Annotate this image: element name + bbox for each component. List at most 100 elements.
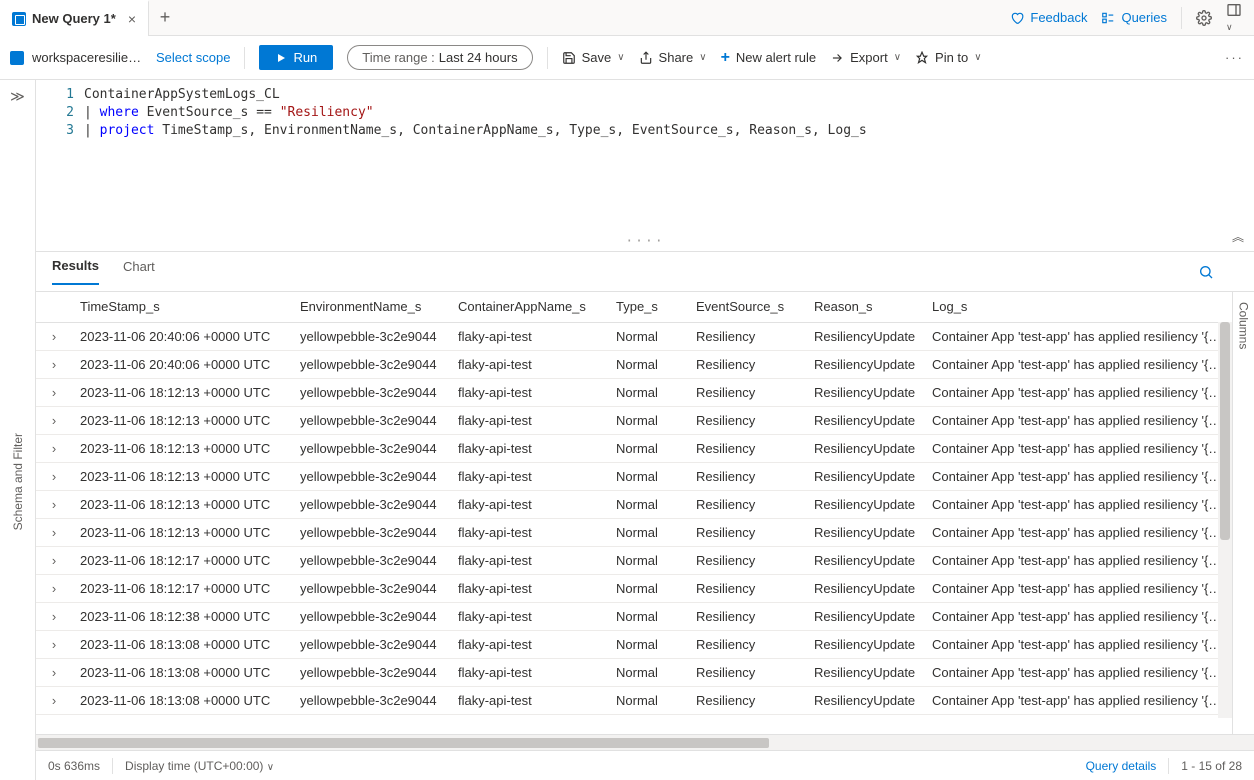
new-tab-button[interactable]: +: [149, 7, 181, 28]
table-row[interactable]: ›2023-11-06 18:12:13 +0000 UTCyellowpebb…: [36, 518, 1232, 546]
cell-reason: ResiliencyUpdate: [806, 378, 924, 406]
expand-icon[interactable]: ≫: [10, 88, 25, 105]
cell-type: Normal: [608, 322, 688, 350]
share-button[interactable]: Share∨: [639, 50, 707, 65]
cell-source: Resiliency: [688, 322, 806, 350]
cell-log: Container App 'test-app' has applied res…: [924, 350, 1232, 378]
more-icon[interactable]: ···: [1225, 50, 1244, 65]
table-row[interactable]: ›2023-11-06 18:12:17 +0000 UTCyellowpebb…: [36, 546, 1232, 574]
cell-env: yellowpebble-3c2e9044: [292, 378, 450, 406]
cell-source: Resiliency: [688, 658, 806, 686]
pin-button[interactable]: Pin to∨: [915, 50, 982, 65]
pin-icon: [915, 51, 929, 65]
table-row[interactable]: ›2023-11-06 20:40:06 +0000 UTCyellowpebb…: [36, 322, 1232, 350]
cell-env: yellowpebble-3c2e9044: [292, 546, 450, 574]
panel-icon[interactable]: ∨: [1226, 2, 1242, 33]
cell-env: yellowpebble-3c2e9044: [292, 434, 450, 462]
expand-row-icon[interactable]: ›: [36, 490, 72, 518]
queries-button[interactable]: Queries: [1101, 10, 1167, 25]
query-details-link[interactable]: Query details: [1086, 759, 1157, 773]
cell-timestamp: 2023-11-06 18:12:17 +0000 UTC: [72, 546, 292, 574]
run-button[interactable]: Run: [259, 45, 333, 70]
vertical-scrollbar[interactable]: [1218, 322, 1232, 718]
code-area[interactable]: ContainerAppSystemLogs_CL | where EventS…: [84, 80, 867, 251]
table-row[interactable]: ›2023-11-06 18:12:17 +0000 UTCyellowpebb…: [36, 574, 1232, 602]
cell-app: flaky-api-test: [450, 574, 608, 602]
cell-timestamp: 2023-11-06 18:12:13 +0000 UTC: [72, 462, 292, 490]
table-row[interactable]: ›2023-11-06 18:12:13 +0000 UTCyellowpebb…: [36, 434, 1232, 462]
cell-app: flaky-api-test: [450, 546, 608, 574]
feedback-button[interactable]: Feedback: [1010, 10, 1087, 25]
scope-picker[interactable]: workspaceresilienc...: [10, 50, 142, 65]
cell-log: Container App 'test-app' has applied res…: [924, 406, 1232, 434]
expand-row-icon[interactable]: ›: [36, 686, 72, 714]
time-range-button[interactable]: Time range : Last 24 hours: [347, 45, 532, 70]
col-env[interactable]: EnvironmentName_s: [292, 292, 450, 322]
save-icon: [562, 51, 576, 65]
search-icon[interactable]: [1198, 264, 1214, 280]
save-button[interactable]: Save∨: [562, 50, 625, 65]
display-time-button[interactable]: Display time (UTC+00:00) ∨: [125, 759, 274, 773]
table-row[interactable]: ›2023-11-06 18:13:08 +0000 UTCyellowpebb…: [36, 630, 1232, 658]
expand-row-icon[interactable]: ›: [36, 518, 72, 546]
cell-log: Container App 'test-app' has applied res…: [924, 490, 1232, 518]
table-row[interactable]: ›2023-11-06 18:13:08 +0000 UTCyellowpebb…: [36, 686, 1232, 714]
cell-type: Normal: [608, 350, 688, 378]
query-duration: 0s 636ms: [48, 759, 100, 773]
col-log[interactable]: Log_s: [924, 292, 1232, 322]
col-type[interactable]: Type_s: [608, 292, 688, 322]
horizontal-scrollbar[interactable]: [36, 734, 1254, 750]
schema-panel-collapsed[interactable]: ≫ Schema and Filter: [0, 80, 36, 780]
query-editor[interactable]: 1 2 3 ContainerAppSystemLogs_CL | where …: [36, 80, 1254, 252]
export-button[interactable]: Export∨: [830, 50, 901, 65]
table-row[interactable]: ›2023-11-06 20:40:06 +0000 UTCyellowpebb…: [36, 350, 1232, 378]
heart-icon: [1010, 11, 1024, 25]
col-timestamp[interactable]: TimeStamp_s: [72, 292, 292, 322]
tab-chart[interactable]: Chart: [123, 259, 155, 284]
table-row[interactable]: ›2023-11-06 18:12:38 +0000 UTCyellowpebb…: [36, 602, 1232, 630]
col-app[interactable]: ContainerAppName_s: [450, 292, 608, 322]
collapse-editor-icon[interactable]: ︽: [1232, 228, 1244, 245]
cell-app: flaky-api-test: [450, 686, 608, 714]
settings-icon[interactable]: [1196, 10, 1212, 26]
col-reason[interactable]: Reason_s: [806, 292, 924, 322]
table-row[interactable]: ›2023-11-06 18:12:13 +0000 UTCyellowpebb…: [36, 406, 1232, 434]
columns-panel-toggle[interactable]: Columns: [1232, 292, 1254, 734]
cell-reason: ResiliencyUpdate: [806, 322, 924, 350]
query-tab[interactable]: New Query 1* ×: [0, 0, 149, 36]
expand-row-icon[interactable]: ›: [36, 462, 72, 490]
cell-source: Resiliency: [688, 574, 806, 602]
results-table[interactable]: TimeStamp_s EnvironmentName_s ContainerA…: [36, 292, 1232, 734]
table-row[interactable]: ›2023-11-06 18:13:08 +0000 UTCyellowpebb…: [36, 658, 1232, 686]
table-row[interactable]: ›2023-11-06 18:12:13 +0000 UTCyellowpebb…: [36, 462, 1232, 490]
cell-log: Container App 'test-app' has applied res…: [924, 574, 1232, 602]
tab-results[interactable]: Results: [52, 258, 99, 285]
resize-handle-icon[interactable]: ····: [625, 234, 664, 249]
table-row[interactable]: ›2023-11-06 18:12:13 +0000 UTCyellowpebb…: [36, 378, 1232, 406]
select-scope-link[interactable]: Select scope: [156, 50, 230, 65]
cell-type: Normal: [608, 406, 688, 434]
cell-reason: ResiliencyUpdate: [806, 462, 924, 490]
cell-log: Container App 'test-app' has applied res…: [924, 686, 1232, 714]
expand-row-icon[interactable]: ›: [36, 406, 72, 434]
cell-env: yellowpebble-3c2e9044: [292, 574, 450, 602]
new-alert-button[interactable]: + New alert rule: [721, 49, 817, 67]
expand-row-icon[interactable]: ›: [36, 658, 72, 686]
table-row[interactable]: ›2023-11-06 18:12:13 +0000 UTCyellowpebb…: [36, 490, 1232, 518]
close-icon[interactable]: ×: [128, 11, 136, 27]
cell-type: Normal: [608, 462, 688, 490]
expand-row-icon[interactable]: ›: [36, 322, 72, 350]
expand-row-icon[interactable]: ›: [36, 350, 72, 378]
query-icon: [12, 12, 26, 26]
pager-text: 1 - 15 of 28: [1181, 759, 1242, 773]
cell-env: yellowpebble-3c2e9044: [292, 322, 450, 350]
expand-row-icon[interactable]: ›: [36, 630, 72, 658]
expand-row-icon[interactable]: ›: [36, 378, 72, 406]
expand-row-icon[interactable]: ›: [36, 546, 72, 574]
tab-bar: New Query 1* × + Feedback Queries ∨: [0, 0, 1254, 36]
expand-row-icon[interactable]: ›: [36, 602, 72, 630]
expand-row-icon[interactable]: ›: [36, 574, 72, 602]
cell-source: Resiliency: [688, 406, 806, 434]
expand-row-icon[interactable]: ›: [36, 434, 72, 462]
col-source[interactable]: EventSource_s: [688, 292, 806, 322]
